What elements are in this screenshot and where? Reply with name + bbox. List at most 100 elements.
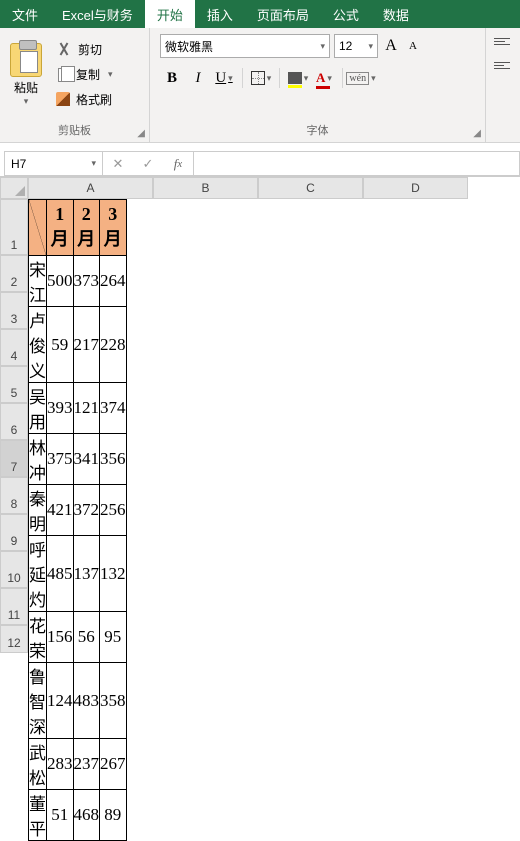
font-color-button[interactable]: A▾ bbox=[312, 66, 336, 90]
row-header-3[interactable]: 3 bbox=[0, 292, 28, 329]
header-cell[interactable]: 3月 bbox=[100, 200, 127, 256]
align-top-button[interactable] bbox=[492, 32, 512, 50]
data-cell[interactable]: 董平 bbox=[29, 790, 47, 841]
cut-button[interactable]: 剪切 bbox=[52, 39, 117, 60]
data-cell[interactable]: 89 bbox=[100, 790, 127, 841]
header-cell[interactable] bbox=[29, 200, 47, 256]
chevron-down-icon[interactable]: ▾ bbox=[24, 96, 29, 107]
data-cell[interactable]: 秦明 bbox=[29, 485, 47, 536]
group-clipboard: 粘贴 ▾ 剪切 复制 ▾ 格式刷 剪贴板 ◢ bbox=[0, 28, 150, 142]
data-cell[interactable]: 421 bbox=[47, 485, 74, 536]
cut-label: 剪切 bbox=[78, 41, 102, 58]
data-cell[interactable]: 137 bbox=[73, 536, 100, 612]
bold-button[interactable]: B bbox=[160, 66, 184, 90]
fill-color-button[interactable]: ▾ bbox=[286, 66, 310, 90]
italic-button[interactable]: I bbox=[186, 66, 210, 90]
font-name-select[interactable]: 微软雅黑 ▾ bbox=[160, 34, 330, 58]
confirm-button[interactable]: ✓ bbox=[133, 152, 163, 175]
data-cell[interactable]: 468 bbox=[73, 790, 100, 841]
tab-1[interactable]: Excel与财务 bbox=[50, 0, 145, 28]
data-cell[interactable]: 267 bbox=[100, 739, 127, 790]
cancel-button[interactable]: ✕ bbox=[103, 152, 133, 175]
underline-button[interactable]: U▾ bbox=[212, 66, 236, 90]
chevron-down-icon[interactable]: ▾ bbox=[108, 69, 113, 80]
decrease-font-button[interactable]: A bbox=[404, 34, 422, 58]
row-header-2[interactable]: 2 bbox=[0, 255, 28, 292]
data-cell[interactable]: 500 bbox=[47, 256, 74, 307]
data-cell[interactable]: 呼延灼 bbox=[29, 536, 47, 612]
tab-5[interactable]: 公式 bbox=[321, 0, 371, 28]
row-header-9[interactable]: 9 bbox=[0, 514, 28, 551]
data-cell[interactable]: 124 bbox=[47, 663, 74, 739]
dialog-launcher-icon[interactable]: ◢ bbox=[137, 128, 145, 139]
data-cell[interactable]: 483 bbox=[73, 663, 100, 739]
row-header-8[interactable]: 8 bbox=[0, 477, 28, 514]
formula-input[interactable] bbox=[194, 151, 520, 176]
data-cell[interactable]: 283 bbox=[47, 739, 74, 790]
data-cell[interactable]: 217 bbox=[73, 307, 100, 383]
data-cell[interactable]: 56 bbox=[73, 612, 100, 663]
row-header-6[interactable]: 6 bbox=[0, 403, 28, 440]
dialog-launcher-icon[interactable]: ◢ bbox=[473, 128, 481, 139]
data-cell[interactable]: 356 bbox=[100, 434, 127, 485]
border-icon bbox=[251, 71, 265, 85]
tab-2[interactable]: 开始 bbox=[145, 0, 195, 28]
data-cell[interactable]: 鲁智深 bbox=[29, 663, 47, 739]
data-cell[interactable]: 武松 bbox=[29, 739, 47, 790]
tab-0[interactable]: 文件 bbox=[0, 0, 50, 28]
col-header-B[interactable]: B bbox=[153, 177, 258, 199]
data-cell[interactable]: 256 bbox=[100, 485, 127, 536]
name-box[interactable]: H7 ▾ bbox=[4, 151, 102, 176]
data-cell[interactable]: 264 bbox=[100, 256, 127, 307]
header-cell[interactable]: 2月 bbox=[73, 200, 100, 256]
row-header-11[interactable]: 11 bbox=[0, 588, 28, 625]
data-cell[interactable]: 374 bbox=[100, 383, 127, 434]
separator bbox=[242, 68, 243, 88]
font-size-select[interactable]: 12 ▾ bbox=[334, 34, 378, 58]
fx-button[interactable]: fx bbox=[163, 152, 193, 175]
tab-3[interactable]: 插入 bbox=[195, 0, 245, 28]
row-headers: 123456789101112 bbox=[0, 199, 28, 653]
row-header-12[interactable]: 12 bbox=[0, 625, 28, 653]
increase-font-button[interactable]: A bbox=[382, 34, 400, 58]
data-cell[interactable]: 373 bbox=[73, 256, 100, 307]
data-cell[interactable]: 341 bbox=[73, 434, 100, 485]
data-cell[interactable]: 132 bbox=[100, 536, 127, 612]
data-cell[interactable]: 卢俊义 bbox=[29, 307, 47, 383]
data-cell[interactable]: 358 bbox=[100, 663, 127, 739]
data-cell[interactable]: 宋江 bbox=[29, 256, 47, 307]
row-header-5[interactable]: 5 bbox=[0, 366, 28, 403]
border-button[interactable]: ▾ bbox=[249, 66, 273, 90]
col-header-D[interactable]: D bbox=[363, 177, 468, 199]
copy-button[interactable]: 复制 ▾ bbox=[52, 64, 117, 85]
paste-button[interactable]: 粘贴 ▾ bbox=[8, 41, 48, 107]
data-cell[interactable]: 372 bbox=[73, 485, 100, 536]
tab-6[interactable]: 数据 bbox=[371, 0, 421, 28]
data-cell[interactable]: 121 bbox=[73, 383, 100, 434]
row-header-4[interactable]: 4 bbox=[0, 329, 28, 366]
row-header-1[interactable]: 1 bbox=[0, 199, 28, 255]
row-header-7[interactable]: 7 bbox=[0, 440, 28, 477]
data-cell[interactable]: 51 bbox=[47, 790, 74, 841]
data-cell[interactable]: 375 bbox=[47, 434, 74, 485]
select-all-corner[interactable] bbox=[0, 177, 28, 199]
data-cell[interactable]: 156 bbox=[47, 612, 74, 663]
col-header-C[interactable]: C bbox=[258, 177, 363, 199]
data-cell[interactable]: 393 bbox=[47, 383, 74, 434]
header-cell[interactable]: 1月 bbox=[47, 200, 74, 256]
data-cell[interactable]: 花荣 bbox=[29, 612, 47, 663]
data-cell[interactable]: 228 bbox=[100, 307, 127, 383]
data-cell[interactable]: 237 bbox=[73, 739, 100, 790]
data-cell[interactable]: 485 bbox=[47, 536, 74, 612]
format-painter-button[interactable]: 格式刷 bbox=[52, 89, 117, 110]
data-cell[interactable]: 林冲 bbox=[29, 434, 47, 485]
data-cell[interactable]: 95 bbox=[100, 612, 127, 663]
align-left-button[interactable] bbox=[492, 56, 512, 74]
data-cell[interactable]: 吴用 bbox=[29, 383, 47, 434]
row-header-10[interactable]: 10 bbox=[0, 551, 28, 588]
col-header-A[interactable]: A bbox=[28, 177, 153, 199]
phonetic-button[interactable]: wén▾ bbox=[349, 66, 373, 90]
tab-4[interactable]: 页面布局 bbox=[245, 0, 321, 28]
data-cell[interactable]: 59 bbox=[47, 307, 74, 383]
brush-icon bbox=[56, 92, 70, 106]
